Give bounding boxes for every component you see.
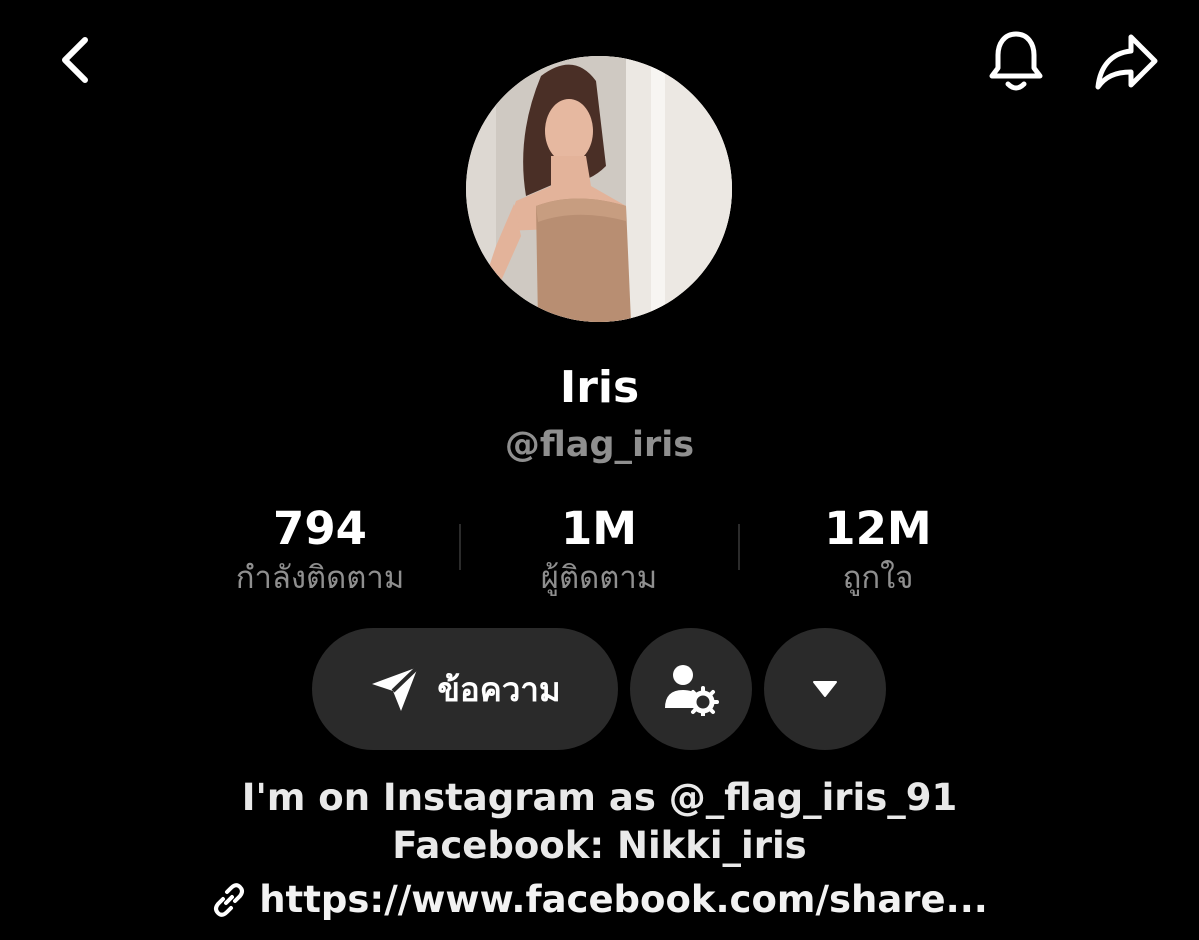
message-label: ข้อความ <box>437 669 561 709</box>
profile-photo <box>466 56 732 322</box>
bio-line-facebook: Facebook: Nikki_iris <box>392 824 807 867</box>
following-count: 794 <box>273 502 367 555</box>
back-button[interactable] <box>40 25 110 95</box>
bio-line-instagram: I'm on Instagram as @_flag_iris_91 <box>241 776 958 819</box>
notification-button[interactable] <box>980 25 1052 97</box>
likes-stat[interactable]: 12M ถูกใจ <box>758 500 998 598</box>
add-friend-button[interactable] <box>630 628 752 750</box>
followers-count: 1M <box>560 502 638 555</box>
bio-link-text[interactable]: https://www.facebook.com/share... <box>259 874 988 926</box>
following-label: กำลังติดตาม <box>235 560 405 596</box>
following-stat[interactable]: 794 กำลังติดตาม <box>200 500 440 598</box>
followers-label: ผู้ติดตาม <box>540 560 658 596</box>
followers-stat[interactable]: 1M ผู้ติดตาม <box>479 500 719 598</box>
bio-link[interactable]: https://www.facebook.com/share... <box>0 874 1199 926</box>
chevron-left-icon <box>62 37 88 83</box>
bell-icon <box>989 31 1043 91</box>
share-arrow-icon <box>1095 34 1158 90</box>
link-icon <box>214 883 245 917</box>
stat-divider <box>738 524 740 570</box>
user-settings-icon <box>665 665 719 716</box>
display-name: Iris <box>559 362 640 413</box>
more-options-button[interactable] <box>764 628 886 750</box>
likes-count: 12M <box>824 502 932 555</box>
stat-divider <box>459 524 461 570</box>
likes-label: ถูกใจ <box>842 560 914 596</box>
username: @flag_iris <box>504 425 695 465</box>
share-button[interactable] <box>1088 25 1164 97</box>
message-button[interactable]: ข้อความ <box>312 628 618 750</box>
avatar[interactable] <box>466 56 732 322</box>
caret-down-icon <box>813 681 837 697</box>
send-icon <box>372 665 420 711</box>
